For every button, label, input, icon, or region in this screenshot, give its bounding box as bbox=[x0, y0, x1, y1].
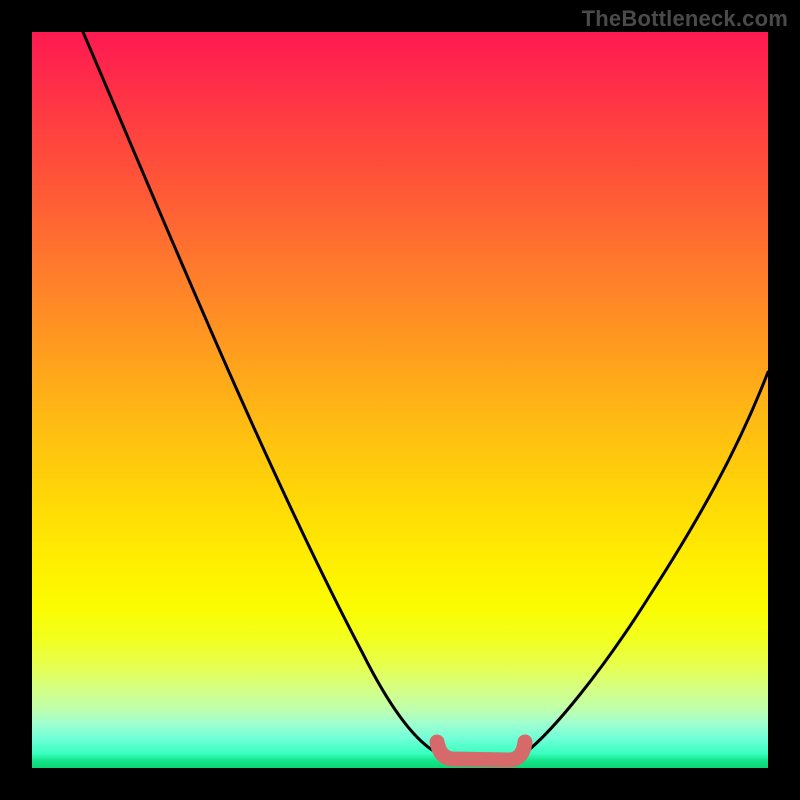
band-end-left bbox=[430, 735, 444, 749]
left-curve bbox=[83, 32, 437, 753]
band-end-right bbox=[518, 735, 532, 749]
chart-frame: TheBottleneck.com bbox=[0, 0, 800, 800]
watermark-text: TheBottleneck.com bbox=[582, 6, 788, 32]
curve-layer bbox=[32, 32, 768, 768]
right-curve bbox=[525, 372, 768, 753]
plot-area bbox=[32, 32, 768, 768]
optimum-band bbox=[437, 742, 525, 760]
